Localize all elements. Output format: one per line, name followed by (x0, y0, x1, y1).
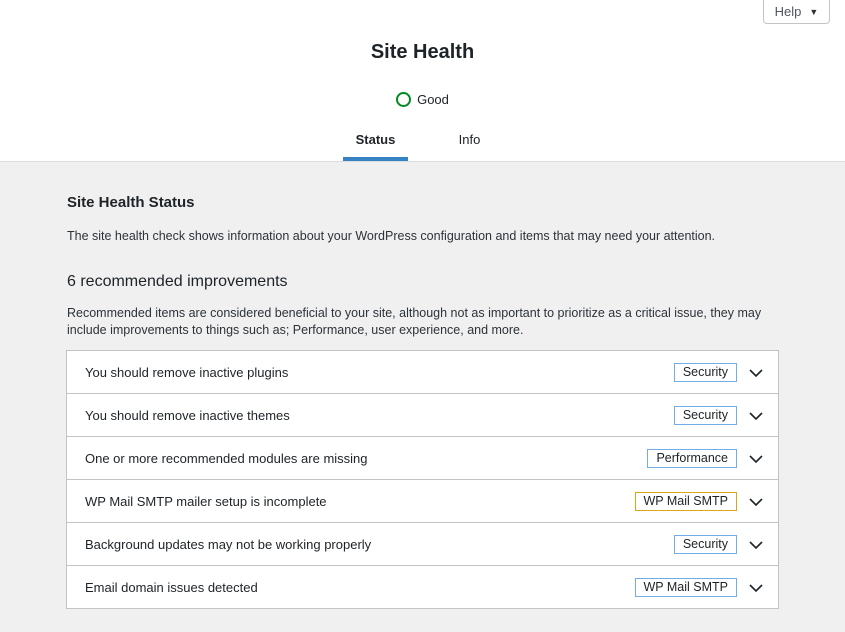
accordion-item-label: WP Mail SMTP mailer setup is incomplete (85, 494, 327, 509)
tab-status[interactable]: Status (343, 122, 408, 161)
improvements-count-title: 6 recommended improvements (67, 273, 288, 290)
accordion-item[interactable]: WP Mail SMTP mailer setup is incomplete … (67, 480, 778, 523)
accordion-item[interactable]: One or more recommended modules are miss… (67, 437, 778, 480)
accordion-item[interactable]: Email domain issues detected WP Mail SMT… (67, 566, 778, 608)
caret-down-icon: ▼ (809, 6, 819, 17)
help-label: Help (774, 4, 802, 19)
improvements-list: You should remove inactive plugins Secur… (66, 350, 779, 609)
accordion-item-label: You should remove inactive plugins (85, 365, 289, 380)
category-badge: Security (673, 406, 737, 425)
site-health-header: Help ▼ Site Health Good Status Info (0, 0, 845, 162)
tab-info[interactable]: Info (437, 122, 502, 161)
chevron-down-icon[interactable] (748, 494, 764, 510)
health-status: Good (0, 92, 845, 107)
chevron-down-icon[interactable] (748, 408, 764, 424)
accordion-item-label: Email domain issues detected (85, 580, 258, 595)
accordion-item-label: You should remove inactive themes (85, 408, 290, 423)
chevron-down-icon[interactable] (748, 365, 764, 381)
status-label: Good (417, 92, 449, 107)
accordion-item[interactable]: Background updates may not be working pr… (67, 523, 778, 566)
category-badge: Security (673, 363, 737, 382)
tab-bar: Status Info (0, 122, 845, 161)
chevron-down-icon[interactable] (748, 580, 764, 596)
improvements-description: Recommended items are considered benefic… (67, 306, 762, 337)
category-badge: Performance (647, 449, 737, 468)
accordion-item-label: Background updates may not be working pr… (85, 537, 372, 552)
chevron-down-icon[interactable] (748, 537, 764, 553)
intro-text: The site health check shows information … (67, 229, 716, 243)
category-badge: WP Mail SMTP (634, 492, 737, 511)
category-badge: WP Mail SMTP (634, 578, 737, 597)
page-title: Site Health (370, 41, 475, 63)
chevron-down-icon[interactable] (748, 451, 764, 467)
accordion-item[interactable]: You should remove inactive plugins Secur… (67, 351, 778, 394)
status-circle-icon (396, 92, 412, 107)
section-title: Site Health Status (67, 194, 195, 211)
accordion-item[interactable]: You should remove inactive themes Securi… (67, 394, 778, 437)
accordion-item-label: One or more recommended modules are miss… (85, 451, 368, 466)
category-badge: Security (673, 535, 737, 554)
help-button[interactable]: Help ▼ (763, 0, 830, 24)
